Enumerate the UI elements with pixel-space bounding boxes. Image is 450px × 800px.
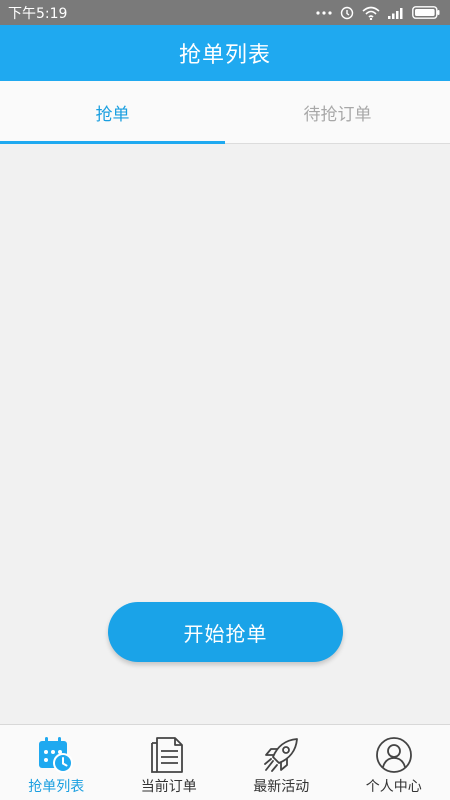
tab-pending-orders[interactable]: 待抢订单: [225, 81, 450, 143]
tab-label: 抢单: [95, 104, 130, 125]
wifi-icon: [362, 6, 380, 20]
nav-label: 个人中心: [365, 779, 422, 795]
nav-label: 当前订单: [140, 779, 197, 795]
document-icon: [150, 737, 183, 773]
tab-bar: 抢单 待抢订单: [0, 81, 450, 144]
nav-item-latest-activities[interactable]: 最新活动: [225, 725, 338, 800]
nav-item-profile[interactable]: 个人中心: [338, 725, 450, 800]
nav-item-current-orders[interactable]: 当前订单: [113, 725, 226, 800]
battery-icon: [412, 6, 440, 19]
page-title: 抢单列表: [178, 43, 271, 68]
start-grab-button[interactable]: 开始抢单: [108, 602, 343, 662]
nav-label: 抢单列表: [28, 779, 85, 795]
nav-label: 最新活动: [253, 779, 310, 795]
signal-icon: [388, 7, 403, 19]
user-icon: [375, 737, 412, 773]
status-time: 下午5:19: [8, 5, 68, 22]
status-icons: [316, 6, 440, 20]
tab-grab-order[interactable]: 抢单: [0, 81, 225, 144]
bottom-nav: 抢单列表 当前订单 最新活动 个人中心: [0, 724, 450, 800]
more-dots-icon: [316, 10, 332, 15]
nav-item-grab-list[interactable]: 抢单列表: [0, 725, 113, 800]
tab-label: 待抢订单: [303, 104, 372, 125]
rocket-icon: [264, 738, 299, 772]
status-bar: 下午5:19: [0, 0, 450, 25]
alarm-icon: [340, 6, 354, 19]
app-bar: 抢单列表: [0, 25, 450, 81]
calendar-clock-icon: [39, 737, 74, 773]
